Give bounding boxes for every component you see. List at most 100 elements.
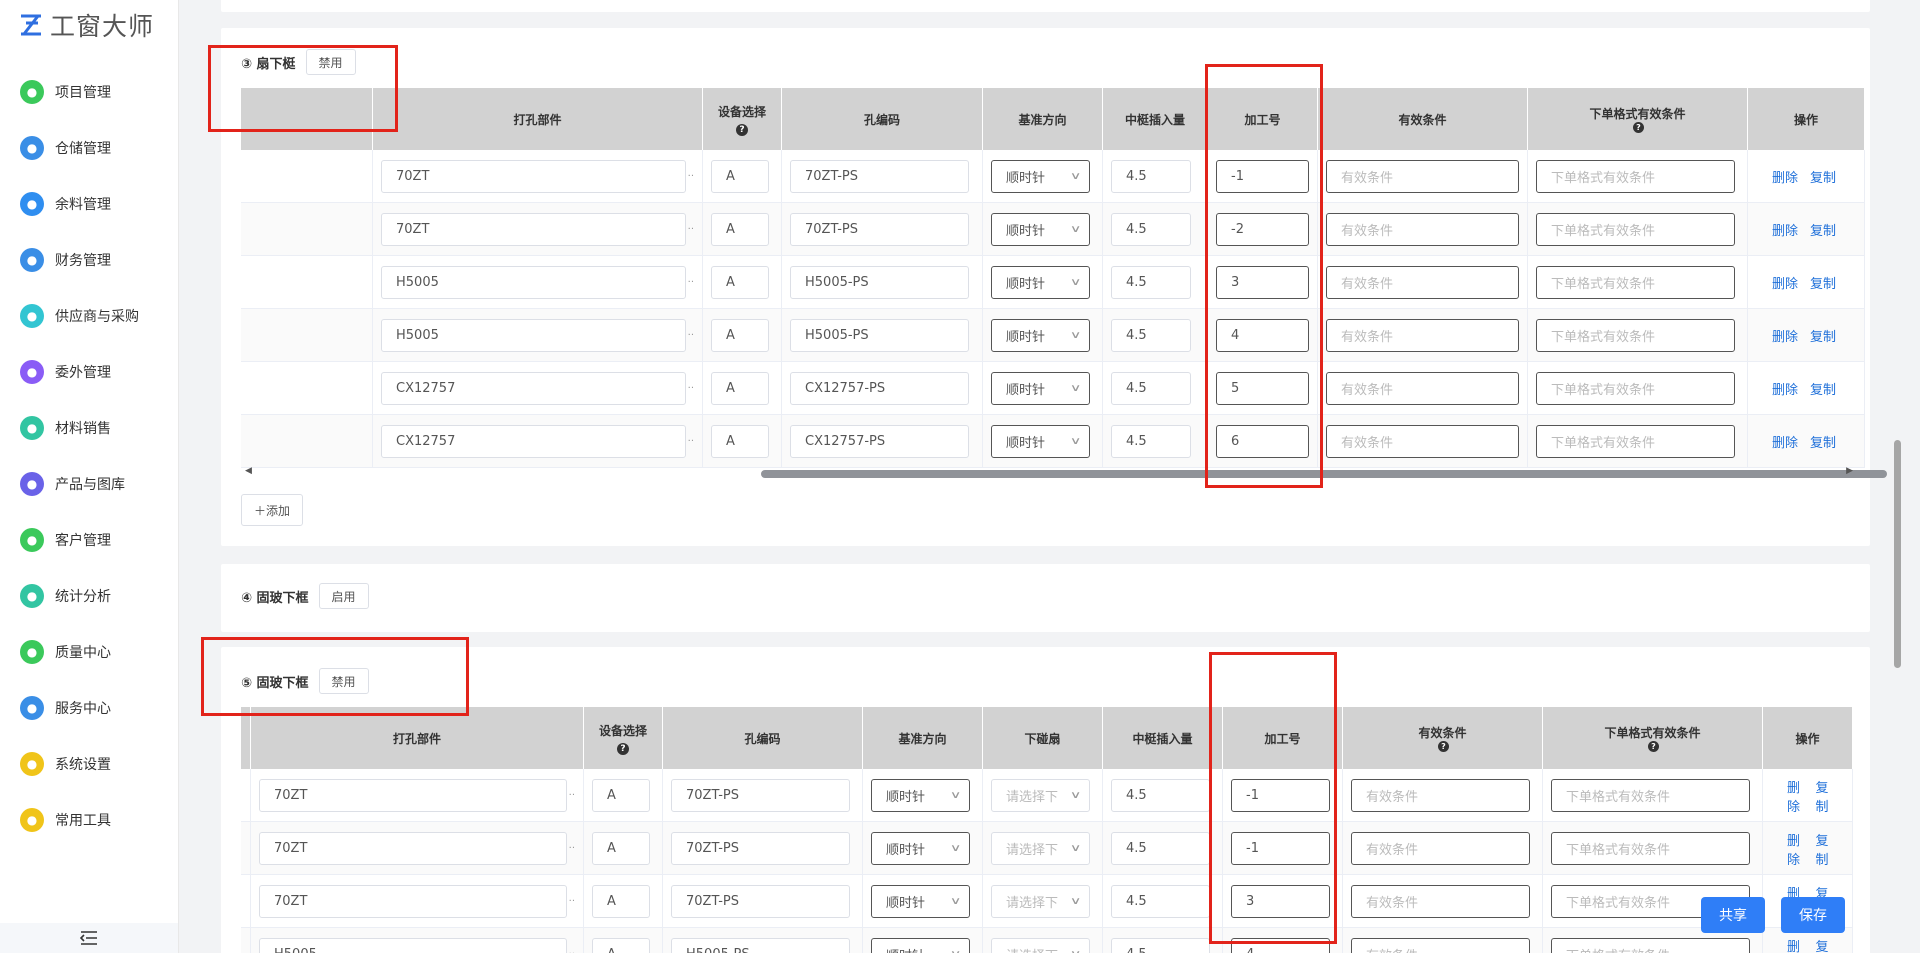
insert-input[interactable]: 4.5 [1111,160,1191,193]
order-condition-input[interactable]: 下单格式有效条件 [1536,372,1735,405]
delete-link[interactable]: 删除 [1772,326,1798,345]
sidebar-item[interactable]: ● 委外管理 [0,344,178,400]
order-condition-input[interactable]: 下单格式有效条件 [1536,319,1735,352]
insert-input[interactable]: 4.5 [1111,425,1191,458]
sidebar-item[interactable]: ● 产品与图库 [0,456,178,512]
help-icon[interactable]: ? [1648,741,1659,752]
direction-select[interactable]: 顺时针 ∨ [991,266,1090,299]
ellipsis-icon[interactable]: ·· [569,896,575,907]
part-input[interactable]: 70ZT [381,213,686,246]
condition-input[interactable]: 有效条件 [1351,885,1530,918]
device-input[interactable]: A [711,372,769,405]
copy-link[interactable]: 复制 [1810,326,1836,345]
ellipsis-icon[interactable]: ·· [569,790,575,801]
hole-code-input[interactable]: 70ZT-PS [790,160,969,193]
order-condition-input[interactable]: 下单格式有效条件 [1536,425,1735,458]
hole-code-input[interactable]: H5005-PS [790,319,969,352]
sash-select[interactable]: 请选择下 ∨ [991,938,1090,953]
help-icon[interactable]: ? [1633,122,1644,133]
insert-input[interactable]: 4.5 [1111,372,1191,405]
sidebar-item[interactable]: ● 系统设置 [0,736,178,792]
device-input[interactable]: A [711,266,769,299]
condition-input[interactable]: 有效条件 [1326,266,1519,299]
sash-select[interactable]: 请选择下 ∨ [991,779,1090,812]
direction-select[interactable]: 顺时针 ∨ [991,372,1090,405]
direction-select[interactable]: 顺时针 ∨ [991,319,1090,352]
copy-link[interactable]: 复制 [1816,830,1833,868]
delete-link[interactable]: 删除 [1772,220,1798,239]
direction-select[interactable]: 顺时针 ∨ [871,832,970,865]
condition-input[interactable]: 有效条件 [1351,938,1530,953]
hole-code-input[interactable]: 70ZT-PS [671,779,850,812]
collapse-menu-icon[interactable] [0,923,178,953]
delete-link[interactable]: 删除 [1787,777,1804,815]
sash-select[interactable]: 请选择下 ∨ [991,885,1090,918]
ellipsis-icon[interactable]: ·· [569,843,575,854]
device-input[interactable]: A [592,885,650,918]
sidebar-item[interactable]: ● 项目管理 [0,64,178,120]
sidebar-item[interactable]: ● 供应商与采购 [0,288,178,344]
scroll-left-icon[interactable]: ◀ [245,466,252,476]
scroll-right-icon[interactable]: ▶ [1846,466,1853,476]
condition-input[interactable]: 有效条件 [1326,425,1519,458]
delete-link[interactable]: 删除 [1772,273,1798,292]
device-input[interactable]: A [592,938,650,953]
copy-link[interactable]: 复制 [1816,936,1833,953]
insert-input[interactable]: 4.5 [1111,213,1191,246]
hole-code-input[interactable]: H5005-PS [671,938,850,953]
horizontal-scrollbar[interactable]: ◀ ▶ [241,466,1887,480]
sidebar-item[interactable]: ● 余料管理 [0,176,178,232]
sidebar-item[interactable]: ● 常用工具 [0,792,178,848]
part-input[interactable]: 70ZT [259,885,567,918]
direction-select[interactable]: 顺时针 ∨ [991,160,1090,193]
order-condition-input[interactable]: 下单格式有效条件 [1536,266,1735,299]
direction-select[interactable]: 顺时针 ∨ [871,885,970,918]
ellipsis-icon[interactable]: ·· [688,330,694,341]
hole-code-input[interactable]: CX12757-PS [790,425,969,458]
copy-link[interactable]: 复制 [1810,273,1836,292]
insert-input[interactable]: 4.5 [1111,938,1210,953]
condition-input[interactable]: 有效条件 [1351,779,1530,812]
delete-link[interactable]: 删除 [1787,830,1804,868]
copy-link[interactable]: 复制 [1810,432,1836,451]
part-input[interactable]: H5005 [259,938,567,953]
insert-input[interactable]: 4.5 [1111,266,1191,299]
sidebar-item[interactable]: ● 服务中心 [0,680,178,736]
order-condition-input[interactable]: 下单格式有效条件 [1551,832,1750,865]
add-row-button[interactable]: ＋添加 [241,494,304,526]
insert-input[interactable]: 4.5 [1111,832,1210,865]
part-input[interactable]: 70ZT [381,160,686,193]
direction-select[interactable]: 顺时针 ∨ [871,779,970,812]
copy-link[interactable]: 复制 [1810,379,1836,398]
condition-input[interactable]: 有效条件 [1351,832,1530,865]
direction-select[interactable]: 顺时针 ∨ [991,213,1090,246]
delete-link[interactable]: 删除 [1772,379,1798,398]
order-condition-input[interactable]: 下单格式有效条件 [1551,779,1750,812]
device-input[interactable]: A [592,779,650,812]
vertical-scrollbar[interactable] [1894,440,1901,668]
copy-link[interactable]: 复制 [1810,220,1836,239]
copy-link[interactable]: 复制 [1810,167,1836,186]
device-input[interactable]: A [711,160,769,193]
delete-link[interactable]: 删除 [1787,936,1804,953]
delete-link[interactable]: 删除 [1772,167,1798,186]
part-input[interactable]: 70ZT [259,832,567,865]
help-icon[interactable]: ? [1438,741,1449,752]
hole-code-input[interactable]: 70ZT-PS [790,213,969,246]
help-icon[interactable]: ? [736,123,748,136]
ellipsis-icon[interactable]: ·· [688,436,694,447]
part-input[interactable]: CX12757 [381,372,686,405]
hole-code-input[interactable]: 70ZT-PS [671,885,850,918]
part-input[interactable]: CX12757 [381,425,686,458]
insert-input[interactable]: 4.5 [1111,319,1191,352]
insert-input[interactable]: 4.5 [1111,779,1210,812]
condition-input[interactable]: 有效条件 [1326,213,1519,246]
device-input[interactable]: A [711,319,769,352]
part-input[interactable]: H5005 [381,266,686,299]
direction-select[interactable]: 顺时针 ∨ [991,425,1090,458]
device-input[interactable]: A [711,213,769,246]
ellipsis-icon[interactable]: ·· [688,383,694,394]
order-condition-input[interactable]: 下单格式有效条件 [1536,160,1735,193]
enable-button[interactable]: 启用 [318,583,369,609]
app-logo[interactable]: 工窗大师 [18,8,154,42]
